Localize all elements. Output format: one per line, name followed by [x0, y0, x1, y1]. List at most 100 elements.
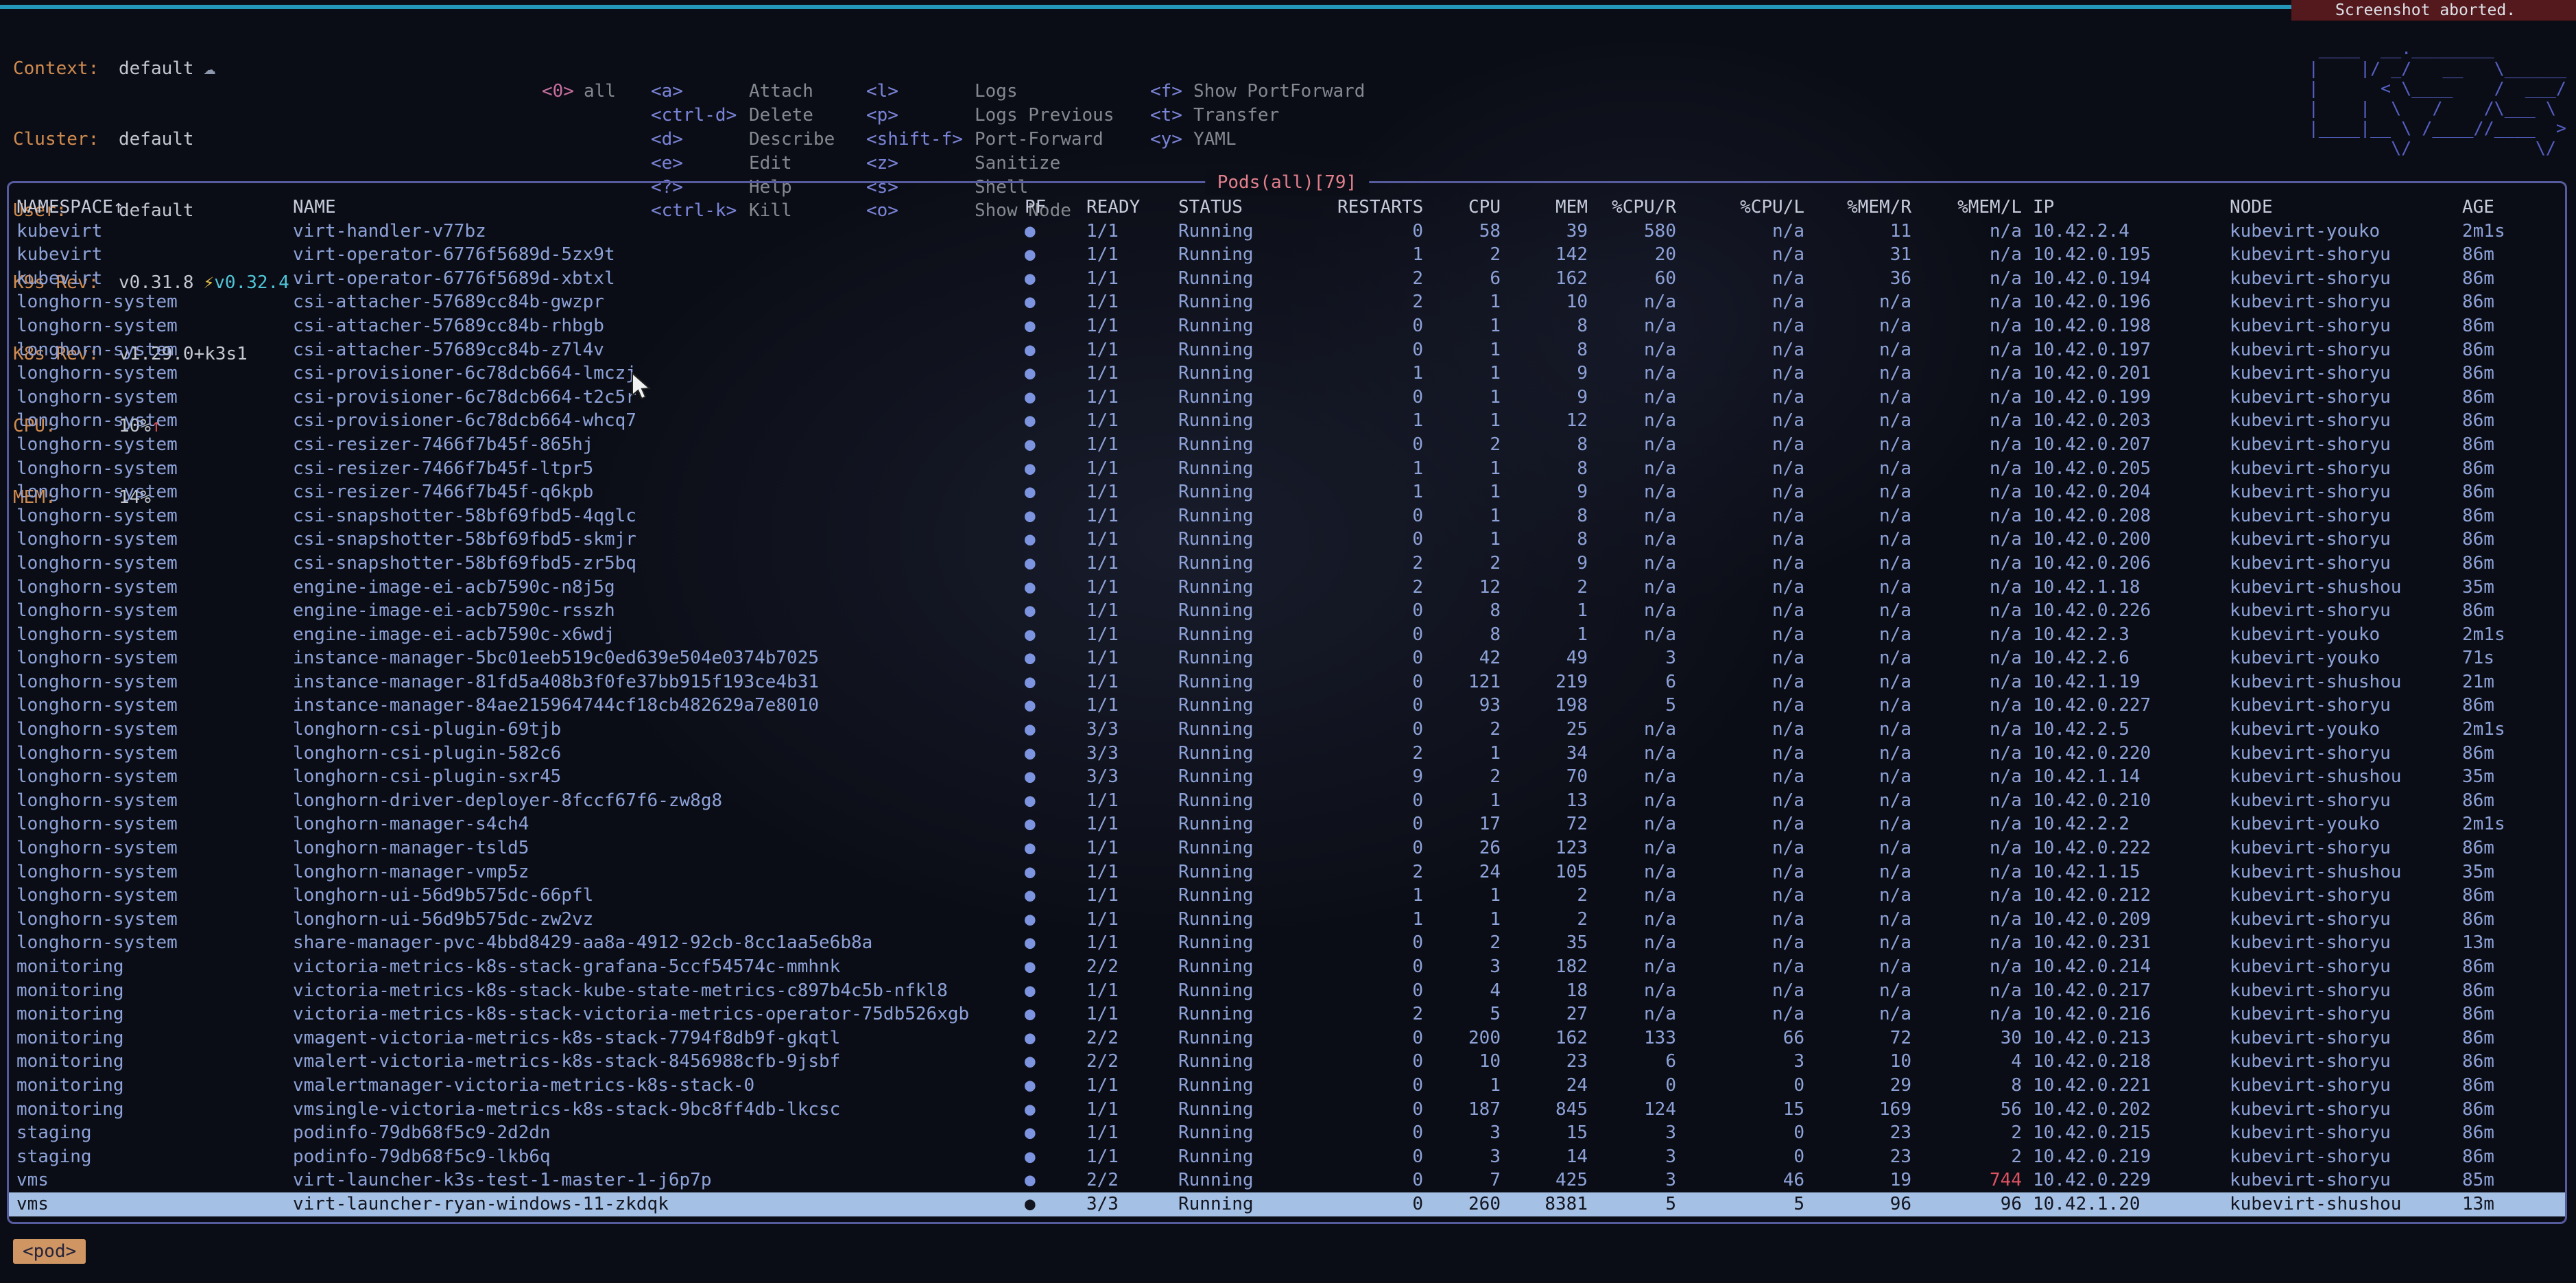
cell-cpu-l: n/a: [1676, 908, 1804, 932]
cell-mem: 18: [1501, 979, 1588, 1003]
table-row[interactable]: longhorn-system share-manager-pvc-4bbd84…: [9, 931, 2565, 955]
table-row[interactable]: longhorn-system csi-snapshotter-58bf69fb…: [9, 504, 2565, 528]
cell-namespace: longhorn-system: [16, 694, 293, 718]
table-row[interactable]: monitoring victoria-metrics-k8s-stack-ku…: [9, 979, 2565, 1003]
table-row[interactable]: longhorn-system csi-resizer-7466f7b45f-8…: [9, 433, 2565, 457]
table-row[interactable]: longhorn-system longhorn-ui-56d9b575dc-z…: [9, 908, 2565, 932]
cell-cpu-l: n/a: [1676, 836, 1804, 860]
cell-namespace: vms: [16, 1192, 293, 1216]
cell-cpu: 8: [1423, 599, 1501, 623]
table-row[interactable]: longhorn-system longhorn-ui-56d9b575dc-6…: [9, 884, 2565, 908]
cell-cpu: 1: [1423, 314, 1501, 338]
cell-status: Running: [1178, 718, 1337, 742]
cell-cpu-r: n/a: [1588, 812, 1676, 836]
cell-cpu-l: n/a: [1676, 1002, 1804, 1026]
table-row[interactable]: kubevirt virt-handler-v77bz ● 1/1 Runnin…: [9, 220, 2565, 244]
cell-status: Running: [1178, 220, 1337, 244]
table-row[interactable]: vms virt-launcher-k3s-test-1-master-1-j6…: [9, 1168, 2565, 1192]
menu-item: <d>Describe: [651, 128, 835, 152]
table-header-row: NAMESPACE↑ NAME PF READY STATUS RESTARTS…: [9, 196, 2565, 220]
cell-status: Running: [1178, 836, 1337, 860]
table-row[interactable]: longhorn-system longhorn-csi-plugin-69tj…: [9, 718, 2565, 742]
cell-cpu-r: n/a: [1588, 931, 1676, 955]
hotkey: <e>: [651, 152, 749, 176]
cell-mem: 9: [1501, 552, 1588, 576]
table-row[interactable]: longhorn-system csi-provisioner-6c78dcb6…: [9, 386, 2565, 410]
cell-restarts: 2: [1337, 576, 1423, 600]
cell-name: virt-launcher-k3s-test-1-master-1-j6p7p: [293, 1168, 1022, 1192]
table-row[interactable]: monitoring victoria-metrics-k8s-stack-vi…: [9, 1002, 2565, 1026]
cell-ready: 1/1: [1084, 979, 1178, 1003]
cell-mem-r: n/a: [1804, 409, 1911, 433]
cell-node: kubevirt-shoryu: [2230, 1121, 2462, 1145]
table-row[interactable]: longhorn-system engine-image-ei-acb7590c…: [9, 599, 2565, 623]
table-row[interactable]: staging podinfo-79db68f5c9-lkb6q ● 1/1 R…: [9, 1145, 2565, 1169]
table-row[interactable]: monitoring vmalert-victoria-metrics-k8s-…: [9, 1050, 2565, 1074]
table-row[interactable]: longhorn-system csi-attacher-57689cc84b-…: [9, 338, 2565, 362]
cell-ip: 10.42.2.5: [2022, 718, 2230, 742]
table-title: Pods(all)[79]: [1205, 169, 1370, 196]
table-row[interactable]: longhorn-system longhorn-csi-plugin-sxr4…: [9, 765, 2565, 789]
table-row[interactable]: monitoring victoria-metrics-k8s-stack-gr…: [9, 955, 2565, 979]
cell-cpu-r: n/a: [1588, 528, 1676, 552]
logo-line: | < \____ / ___/: [2309, 78, 2566, 98]
cell-namespace: longhorn-system: [16, 433, 293, 457]
table-row[interactable]: kubevirt virt-operator-6776f5689d-xbtxl …: [9, 267, 2565, 291]
table-row[interactable]: longhorn-system instance-manager-84ae215…: [9, 694, 2565, 718]
table-row[interactable]: longhorn-system csi-snapshotter-58bf69fb…: [9, 528, 2565, 552]
table-row[interactable]: longhorn-system csi-provisioner-6c78dcb6…: [9, 362, 2565, 386]
cell-age: 86m: [2462, 1074, 2549, 1098]
table-row[interactable]: longhorn-system csi-attacher-57689cc84b-…: [9, 290, 2565, 314]
k9s-logo: ____ __.________| |/ _/ __ \______| < \_…: [2309, 38, 2566, 158]
cell-cpu-l: 0: [1676, 1121, 1804, 1145]
cell-status: Running: [1178, 979, 1337, 1003]
cell-cpu-r: n/a: [1588, 290, 1676, 314]
cell-ready: 1/1: [1084, 1002, 1178, 1026]
cell-cpu: 1: [1423, 528, 1501, 552]
cell-name: csi-attacher-57689cc84b-z7l4v: [293, 338, 1022, 362]
cell-name: virt-handler-v77bz: [293, 220, 1022, 244]
cell-pf-indicator: ●: [1022, 338, 1084, 362]
table-row[interactable]: longhorn-system csi-snapshotter-58bf69fb…: [9, 552, 2565, 576]
cell-status: Running: [1178, 931, 1337, 955]
table-row[interactable]: monitoring vmsingle-victoria-metrics-k8s…: [9, 1098, 2565, 1122]
table-row[interactable]: kubevirt virt-operator-6776f5689d-5zx9t …: [9, 243, 2565, 267]
table-row[interactable]: longhorn-system csi-provisioner-6c78dcb6…: [9, 409, 2565, 433]
cell-cpu-l: n/a: [1676, 457, 1804, 481]
cell-age: 86m: [2462, 457, 2549, 481]
cell-pf-indicator: ●: [1022, 860, 1084, 884]
table-row[interactable]: longhorn-system instance-manager-5bc01ee…: [9, 646, 2565, 670]
table-row[interactable]: longhorn-system csi-attacher-57689cc84b-…: [9, 314, 2565, 338]
cell-name: engine-image-ei-acb7590c-n8j5g: [293, 576, 1022, 600]
table-row[interactable]: longhorn-system longhorn-manager-tsld5 ●…: [9, 836, 2565, 860]
table-row[interactable]: monitoring vmalertmanager-victoria-metri…: [9, 1074, 2565, 1098]
table-row[interactable]: longhorn-system engine-image-ei-acb7590c…: [9, 576, 2565, 600]
cell-mem-r: n/a: [1804, 433, 1911, 457]
cell-ip: 10.42.0.199: [2022, 386, 2230, 410]
table-row[interactable]: longhorn-system longhorn-csi-plugin-582c…: [9, 742, 2565, 766]
cell-cpu-r: 6: [1588, 1050, 1676, 1074]
cell-ready: 1/1: [1084, 694, 1178, 718]
table-row[interactable]: staging podinfo-79db68f5c9-2d2dn ● 1/1 R…: [9, 1121, 2565, 1145]
table-row[interactable]: longhorn-system engine-image-ei-acb7590c…: [9, 623, 2565, 647]
cell-name: victoria-metrics-k8s-stack-kube-state-me…: [293, 979, 1022, 1003]
table-row[interactable]: vms virt-launcher-ryan-windows-11-zkdqk …: [9, 1192, 2565, 1216]
cell-mem-l: n/a: [1911, 290, 2022, 314]
cell-ready: 2/2: [1084, 1026, 1178, 1050]
cell-cpu-l: n/a: [1676, 694, 1804, 718]
cell-mem: 105: [1501, 860, 1588, 884]
table-row[interactable]: longhorn-system longhorn-manager-s4ch4 ●…: [9, 812, 2565, 836]
cell-name: virt-operator-6776f5689d-xbtxl: [293, 267, 1022, 291]
cell-pf-indicator: ●: [1022, 457, 1084, 481]
table-row[interactable]: longhorn-system csi-resizer-7466f7b45f-l…: [9, 457, 2565, 481]
table-row[interactable]: longhorn-system longhorn-driver-deployer…: [9, 789, 2565, 813]
cell-cpu: 93: [1423, 694, 1501, 718]
table-row[interactable]: longhorn-system longhorn-manager-vmp5z ●…: [9, 860, 2565, 884]
cell-mem-l: n/a: [1911, 480, 2022, 504]
table-row[interactable]: longhorn-system csi-resizer-7466f7b45f-q…: [9, 480, 2565, 504]
pod-crumb-badge[interactable]: <pod>: [13, 1239, 86, 1264]
cell-cpu-r: n/a: [1588, 338, 1676, 362]
cell-age: 85m: [2462, 1168, 2549, 1192]
table-row[interactable]: longhorn-system instance-manager-81fd5a4…: [9, 670, 2565, 694]
table-row[interactable]: monitoring vmagent-victoria-metrics-k8s-…: [9, 1026, 2565, 1050]
